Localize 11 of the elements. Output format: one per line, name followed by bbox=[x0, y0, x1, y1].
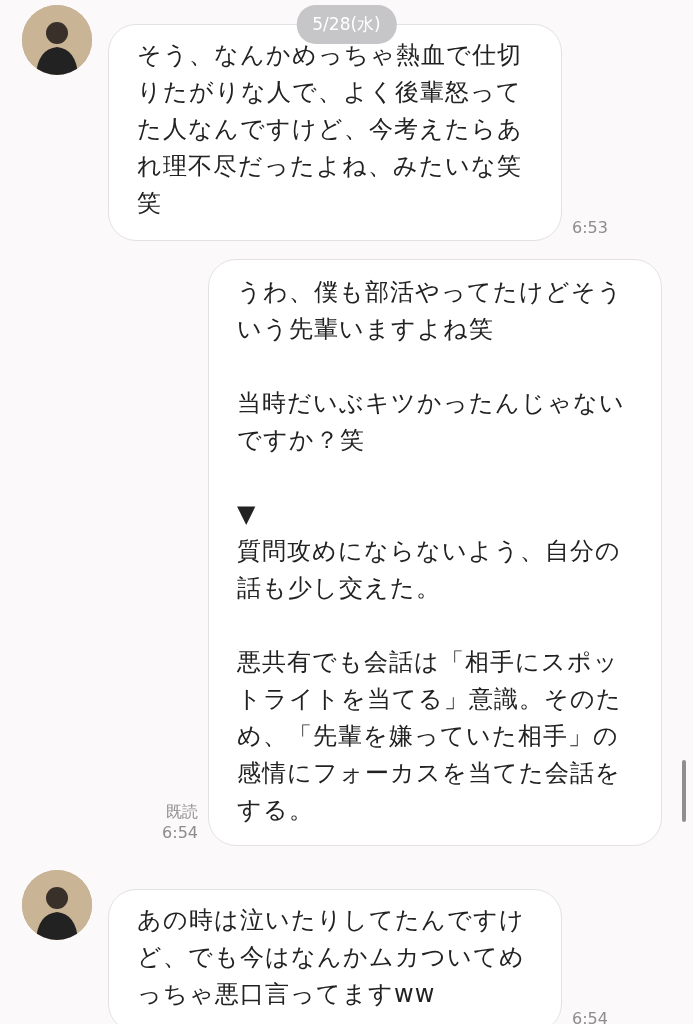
read-receipt: 既読 bbox=[166, 802, 198, 823]
date-pill: 5/28(水) bbox=[296, 5, 397, 44]
message-time: 6:53 bbox=[572, 218, 608, 237]
message-text: うわ、僕も部活やってたけどそういう先輩いますよね笑 bbox=[237, 277, 624, 345]
message-time: 6:54 bbox=[162, 823, 198, 842]
message-time: 6:54 bbox=[572, 1009, 608, 1024]
message-text: ▼ 質問攻めにならないよう、自分の話も少し交えた。 bbox=[237, 499, 622, 604]
scrollbar[interactable] bbox=[682, 760, 686, 822]
message-text: 当時だいぶキツかったんじゃないですか？笑 bbox=[237, 388, 626, 456]
message-text: あの時は泣いたりしてたんですけど、でも今はなんかムカついてめっちゃ悪口言ってますww bbox=[137, 905, 526, 1010]
message-text: 悪共有でも会話は「相手にスポットライトを当てる」意識。そのため、「先輩を嫌っていた相手」の感情にフォーカスを当てた会話をする。 bbox=[237, 647, 623, 826]
